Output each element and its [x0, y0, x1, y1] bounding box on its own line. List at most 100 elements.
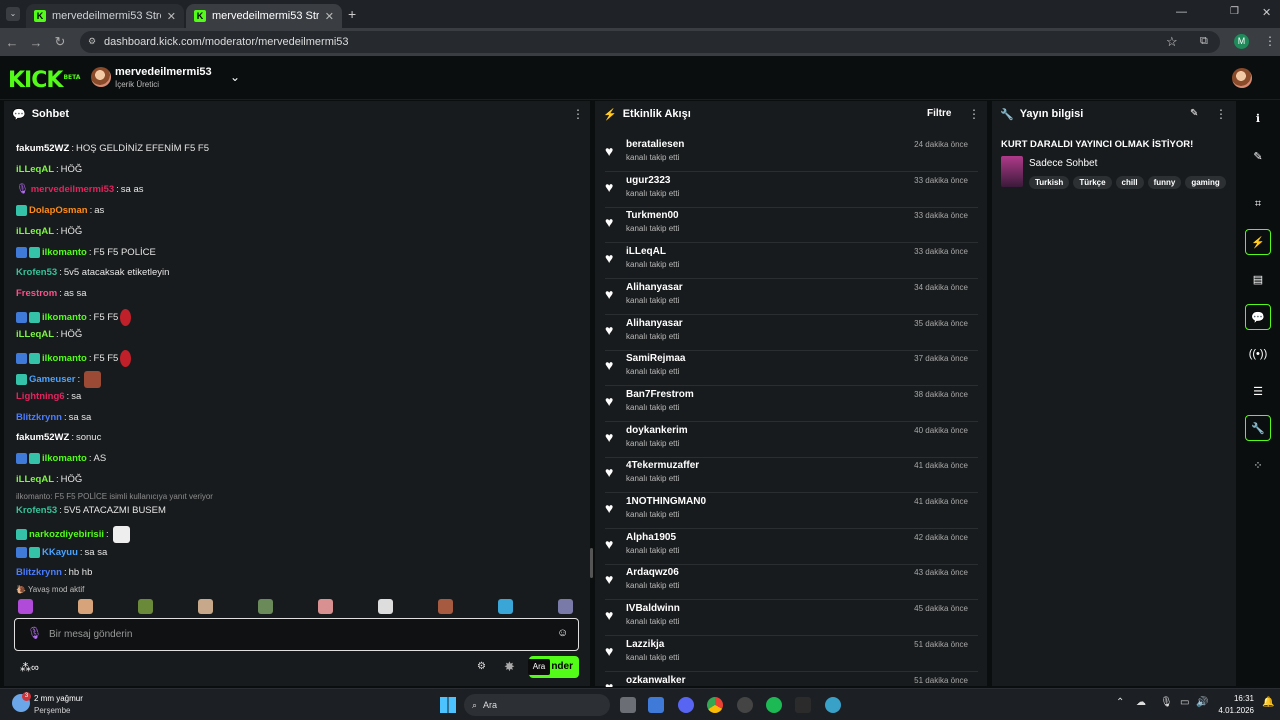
chat-username[interactable]: iLLeqAL — [16, 329, 54, 340]
activity-item[interactable]: ♥ Alihanyasar kanalı takip etti 35 dakika ö… — [605, 316, 978, 351]
activity-item[interactable]: ♥ Turkmen00 kanalı takip etti 33 dakika önc… — [605, 208, 978, 244]
activity-item[interactable]: ♥ Alpha1905 kanalı takip etti 42 dakika önc… — [605, 530, 978, 565]
moderator-badge-icon[interactable] — [16, 547, 27, 558]
chat-username[interactable]: ilkomanto — [42, 353, 87, 364]
activity-item[interactable]: ♥ 4Tekermuzaffer kanalı takip etti 41 dakik… — [605, 458, 978, 494]
chat-username[interactable]: DolapOsman — [29, 205, 88, 216]
chat-username[interactable]: iLLeqAL — [16, 226, 54, 237]
activity-item[interactable]: ♥ Ban7Frestrom kanalı takip etti 38 dakika … — [605, 387, 978, 422]
chat-message[interactable]: fakum52WZ: sonuc — [16, 432, 101, 443]
new-tab-icon[interactable]: + — [348, 6, 356, 22]
chat-input[interactable]: 🎙 Bir mesaj gönderin ☺ — [14, 618, 579, 651]
activity-item[interactable]: ♥ Alihanyasar kanalı takip etti 34 dakika ö… — [605, 280, 978, 315]
chat-message[interactable]: Lightning6: sa — [16, 391, 81, 402]
taskbar-search-box[interactable]: ⌕ Ara — [464, 694, 610, 716]
tab-active[interactable]: K mervedeilmermi53 Stream - Ki ✕ — [186, 4, 342, 28]
quick-emote[interactable] — [438, 599, 453, 614]
chat-message[interactable]: iLLeqAL: HÖĞ — [16, 474, 82, 485]
chat-username[interactable]: ilkomanto — [42, 312, 87, 323]
activity-menu-icon[interactable]: ⋮ — [968, 107, 980, 121]
spotify-icon[interactable] — [766, 697, 782, 713]
subscriber-badge-icon[interactable] — [16, 529, 27, 540]
chat-username[interactable]: Krofen53 — [16, 505, 57, 516]
user-avatar[interactable] — [1232, 68, 1252, 88]
profile-avatar[interactable]: M — [1234, 34, 1249, 49]
activity-item[interactable]: ♥ doykankerim kanalı takip etti 40 dakika ö… — [605, 423, 978, 458]
reload-icon[interactable]: ↻ — [48, 34, 72, 50]
subscriber-badge-icon[interactable] — [29, 312, 40, 323]
url-field[interactable]: ⚙ dashboard.kick.com/moderator/mervedeil… — [80, 31, 1220, 53]
emoji-picker-icon[interactable]: ☺ — [557, 627, 568, 639]
chat-username[interactable]: narkozdiyebirisii — [29, 529, 104, 540]
chat-username[interactable]: iLLeqAL — [16, 474, 54, 485]
quick-emote[interactable] — [138, 599, 153, 614]
start-windows-icon[interactable] — [440, 697, 456, 713]
chat-message[interactable]: iLLeqAL: HÖĞ — [16, 329, 82, 340]
subscriber-badge-icon[interactable] — [29, 453, 40, 464]
edit-pencil-icon[interactable]: ✎ — [1190, 108, 1198, 119]
moderator-badge-icon[interactable] — [16, 247, 27, 258]
chat-username[interactable]: fakum52WZ — [16, 143, 69, 154]
notifications-bell-icon[interactable]: 🔔 — [1262, 697, 1274, 708]
info-icon[interactable]: ℹ — [1245, 105, 1271, 131]
chat-message[interactable]: Blitzkrynn: sa sa — [16, 412, 91, 423]
chat-emote[interactable] — [120, 350, 132, 367]
app-icon[interactable] — [795, 697, 811, 713]
bookmark-star-icon[interactable]: ☆ — [1166, 34, 1178, 50]
task-view-icon[interactable] — [620, 697, 636, 713]
clock-time[interactable]: 16:31 — [1216, 694, 1254, 703]
moderator-badge-icon[interactable] — [16, 453, 27, 464]
close-tab-icon[interactable]: ✕ — [167, 10, 176, 23]
cloud-icon[interactable]: ☁ — [1136, 697, 1146, 708]
chat-username[interactable]: ilkomanto — [42, 453, 87, 464]
app-icon[interactable] — [825, 697, 841, 713]
microphone-icon[interactable]: 🎙 — [27, 626, 42, 640]
quick-emote[interactable] — [78, 599, 93, 614]
channel-points-icon[interactable]: ⁂∞ — [20, 661, 39, 674]
chat-message[interactable]: iLLeqAL: HÖĞ — [16, 164, 82, 175]
chrome-icon[interactable] — [707, 697, 723, 713]
activity-item[interactable]: ♥ ozkanwalker 51 dakika önce — [605, 673, 978, 687]
activity-item[interactable]: ♥ IVBaldwinn kanalı takip etti 45 dakika ön… — [605, 601, 978, 637]
chat-username[interactable]: Blitzkrynn — [16, 567, 62, 578]
chat-message[interactable]: Frestrom: as sa — [16, 288, 87, 299]
broadcast-icon[interactable]: ((•)) — [1245, 341, 1271, 367]
quick-emote[interactable] — [558, 599, 573, 614]
clock-app-icon[interactable] — [737, 697, 753, 713]
activity-item[interactable]: ♥ ugur2323 kanalı takip etti 33 dakika önce — [605, 173, 978, 208]
screen-capture-icon[interactable]: ⌗ — [1245, 191, 1271, 217]
emote-menu-icon[interactable]: ✸ — [504, 659, 515, 675]
activity-item[interactable]: ♥ berataliesen kanalı takip etti 24 dakika … — [605, 137, 978, 172]
chat-scrollbar[interactable] — [590, 548, 593, 578]
subscriber-badge-icon[interactable] — [29, 547, 40, 558]
chat-username[interactable]: Gameuser — [29, 374, 75, 385]
chat-emote[interactable] — [84, 371, 102, 388]
quick-emote[interactable] — [18, 599, 33, 614]
chat-username[interactable]: Krofen53 — [16, 267, 57, 278]
browser-menu-icon[interactable]: ⋮ — [1264, 34, 1276, 48]
chat-username[interactable]: iLLeqAL — [16, 164, 54, 175]
microphone-tray-icon[interactable]: 🎙 — [1160, 697, 1173, 708]
chat-message[interactable]: ilkomanto: F5 F5 POLİCE — [16, 247, 156, 258]
close-tab-icon[interactable]: ✕ — [325, 10, 334, 23]
chat-message[interactable]: narkozdiyebirisii: — [16, 526, 130, 543]
chat-message[interactable]: DolapOsman: as — [16, 205, 104, 216]
filter-button[interactable]: Filtre — [927, 108, 951, 119]
clock-date[interactable]: 4.01.2026 — [1212, 706, 1254, 715]
close-window-icon[interactable]: ✕ — [1262, 6, 1271, 19]
chat-settings-gear-icon[interactable]: ⚙ — [477, 661, 486, 672]
subscriber-badge-icon[interactable] — [29, 247, 40, 258]
chat-message[interactable]: Gameuser: — [16, 371, 102, 388]
tab-inactive[interactable]: K mervedeilmermi53 Stream - Wa ✕ — [26, 4, 184, 28]
network-icon[interactable]: ▭ — [1180, 697, 1189, 708]
tray-chevron-up-icon[interactable]: ⌃ — [1116, 697, 1124, 708]
chat-message[interactable]: iLLeqAL: HÖĞ — [16, 226, 82, 237]
discord-icon[interactable] — [678, 697, 694, 713]
chat-message[interactable]: Blitzkrynn: hb hb — [16, 567, 92, 578]
kick-logo[interactable]: KICKBETA — [8, 68, 80, 93]
quick-emote[interactable] — [318, 599, 333, 614]
app-icon[interactable] — [648, 697, 664, 713]
activity-item[interactable]: ♥ 1NOTHINGMAN0 kanalı takip etti 41 dakika … — [605, 494, 978, 529]
chat-message[interactable]: 🎙 mervedeilmermi53: sa as — [16, 184, 144, 195]
stream-info-menu-icon[interactable]: ⋮ — [1215, 107, 1227, 121]
